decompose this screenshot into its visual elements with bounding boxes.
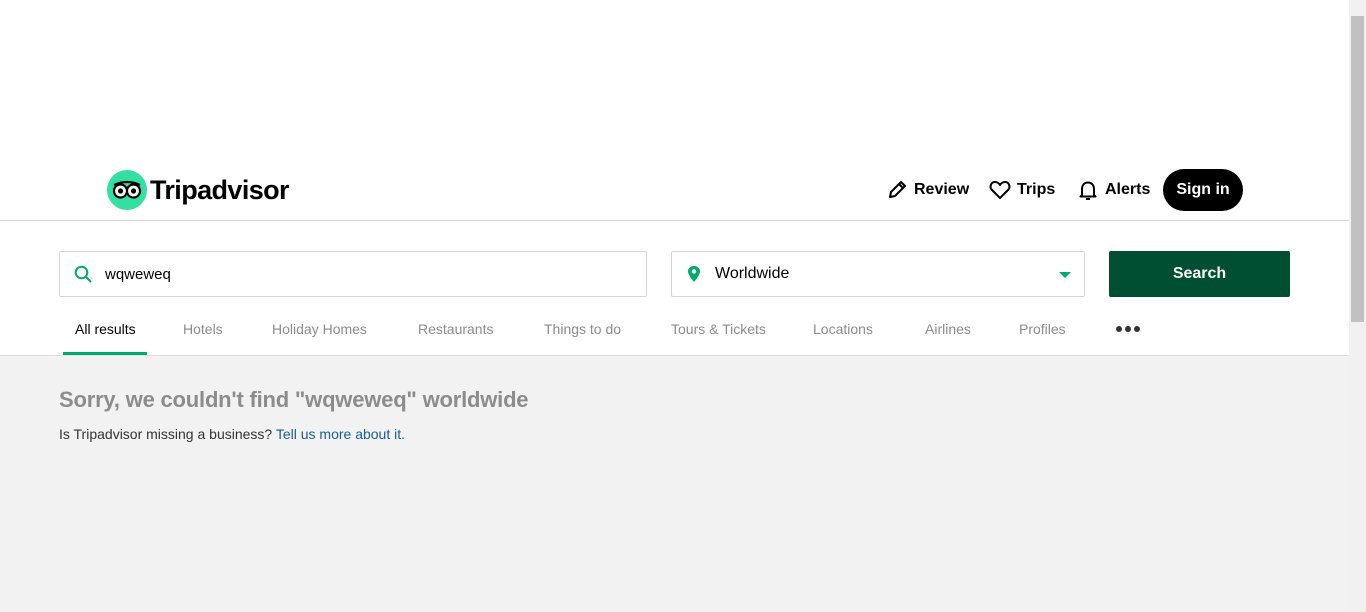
more-dots-icon[interactable] (1116, 326, 1140, 332)
search-query-box[interactable] (59, 251, 647, 297)
page-scrollbar[interactable] (1349, 0, 1366, 612)
pencil-icon (889, 181, 906, 198)
nav-review[interactable]: Review (886, 169, 969, 211)
owl-eyes-icon (107, 170, 147, 210)
search-icon (74, 265, 92, 283)
tab-locations[interactable]: Locations (813, 317, 873, 356)
tab-airlines[interactable]: Airlines (925, 317, 971, 356)
site-header: Tripadvisor Review Trips Alerts Sign in (0, 160, 1349, 221)
heart-icon (989, 181, 1011, 199)
active-tab-underline (63, 352, 147, 355)
tab-things-to-do[interactable]: Things to do (544, 317, 621, 356)
tab-tours-tickets[interactable]: Tours & Tickets (671, 317, 766, 356)
nav-trips[interactable]: Trips (989, 169, 1055, 211)
tripadvisor-logo[interactable]: Tripadvisor (107, 170, 290, 210)
nav-alerts-label: Alerts (1105, 181, 1151, 198)
sign-in-button[interactable]: Sign in (1163, 169, 1243, 211)
results-area: Sorry, we couldn't find "wqweweq" worldw… (0, 356, 1349, 612)
tab-restaurants[interactable]: Restaurants (418, 317, 493, 356)
tab-hotels[interactable]: Hotels (183, 317, 223, 356)
map-pin-icon (688, 266, 700, 282)
location-picker[interactable]: Worldwide (671, 251, 1085, 297)
search-button[interactable]: Search (1109, 251, 1290, 297)
nav-review-label: Review (914, 181, 970, 198)
logo-text: Tripadvisor (150, 174, 290, 205)
tab-profiles[interactable]: Profiles (1019, 317, 1066, 356)
missing-business-notice: Is Tripadvisor missing a business? Tell … (59, 426, 405, 442)
location-value: Worldwide (715, 265, 790, 282)
tab-holiday-homes[interactable]: Holiday Homes (272, 317, 367, 356)
no-results-message: Sorry, we couldn't find "wqweweq" worldw… (59, 387, 529, 412)
nav-alerts[interactable]: Alerts (1077, 169, 1150, 211)
scrollbar-thumb[interactable] (1351, 16, 1364, 322)
result-tabs: All results Hotels Holiday Homes Restaur… (0, 317, 1349, 356)
nav-trips-label: Trips (1017, 181, 1056, 198)
search-area: Worldwide Search All results Hotels Holi… (0, 221, 1349, 356)
bell-icon (1079, 181, 1097, 200)
tell-us-more-link[interactable]: Tell us more about it. (276, 426, 405, 442)
search-input[interactable] (105, 265, 605, 283)
missing-business-text: Is Tripadvisor missing a business? (59, 426, 273, 442)
tab-all-results[interactable]: All results (75, 317, 136, 356)
caret-down-icon[interactable] (1059, 272, 1071, 278)
